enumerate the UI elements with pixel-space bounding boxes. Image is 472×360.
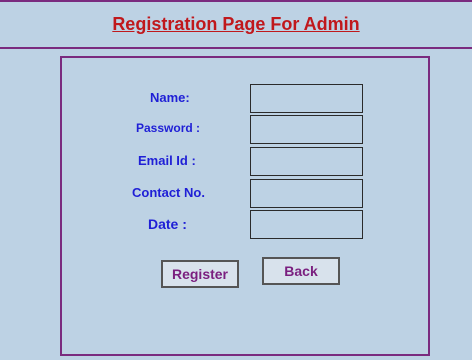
page-title: Registration Page For Admin (112, 14, 360, 34)
contact-label: Contact No. (132, 185, 205, 200)
email-label: Email Id : (138, 153, 196, 168)
name-field[interactable] (250, 84, 363, 113)
registration-form-panel: Name: Password : Email Id : Contact No. … (60, 56, 430, 356)
date-field[interactable] (250, 210, 363, 239)
header: Registration Page For Admin (0, 2, 472, 49)
email-field[interactable] (250, 147, 363, 176)
name-label: Name: (150, 90, 190, 105)
contact-field[interactable] (250, 179, 363, 208)
back-button[interactable]: Back (262, 257, 340, 285)
register-button[interactable]: Register (161, 260, 239, 288)
password-label: Password : (136, 121, 201, 135)
date-label: Date : (148, 216, 187, 232)
registration-page: Registration Page For Admin Name: Passwo… (0, 0, 472, 360)
password-field[interactable] (250, 115, 363, 144)
